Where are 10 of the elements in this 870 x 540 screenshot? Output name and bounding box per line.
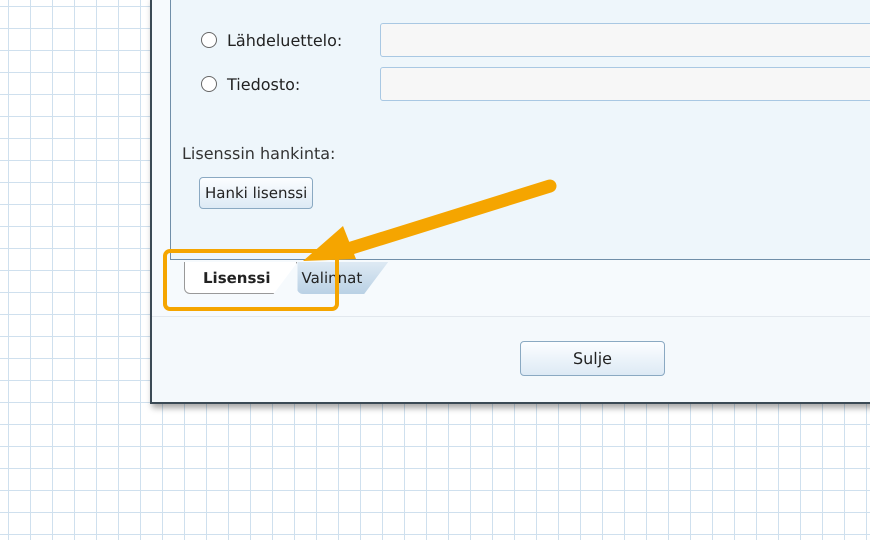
get-license-button[interactable]: Hanki lisenssi (199, 177, 314, 209)
section-label: Lisenssin hankinta: (182, 144, 336, 163)
radio-button[interactable] (201, 76, 217, 92)
close-button[interactable]: Sulje (520, 341, 665, 376)
radio-label: Tiedosto: (227, 74, 302, 94)
radio-label: Lähdeluettelo: (227, 30, 344, 50)
radio-button[interactable] (201, 32, 217, 48)
input-field[interactable] (380, 67, 870, 101)
tab[interactable]: Lisenssi (184, 262, 298, 294)
input-field[interactable] (380, 23, 870, 57)
